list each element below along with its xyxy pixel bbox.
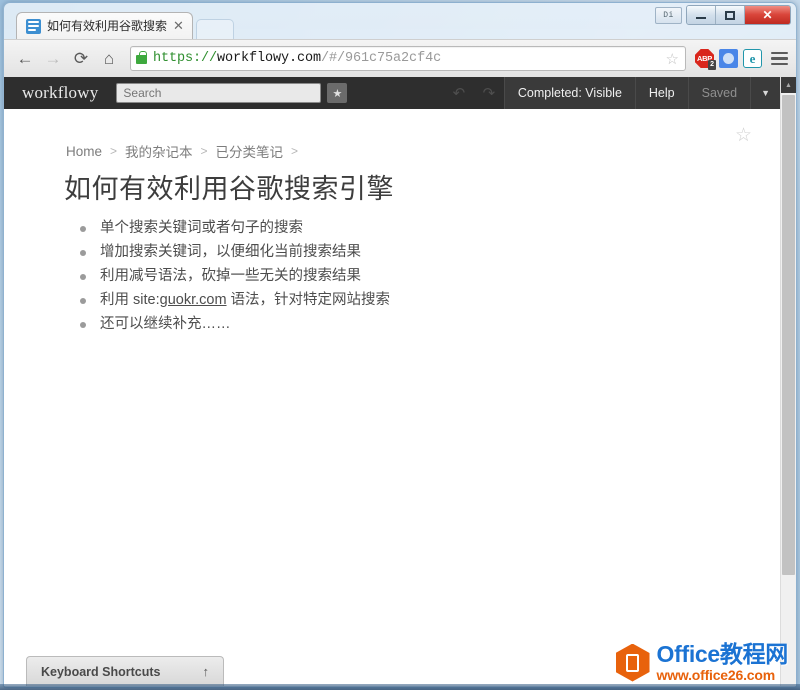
breadcrumb-item-category[interactable]: 已分类笔记 [216,141,284,161]
save-status: Saved [688,77,750,109]
page-column: workflowy ★ ↶ ↷ Completed: Visible Help … [4,77,780,686]
browser-title-bar: 如何有效利用谷歌搜索引擎 ✕ Di ✕ [4,3,796,39]
window-extra-button[interactable]: Di [655,7,682,24]
hamburger-menu-icon[interactable] [771,52,788,66]
arrow-up-icon: ↑ [203,664,210,679]
url-text: https://workflowy.com/#/961c75a2cf4c [153,51,441,66]
search-input[interactable] [116,83,321,103]
watermark-url: www.office26.com [657,668,788,682]
breadcrumb-item-home[interactable]: Home [66,144,102,159]
close-tab-icon[interactable]: ✕ [173,20,184,32]
browser-window: 如何有效利用谷歌搜索引擎 ✕ Di ✕ ← → ⟳ ⌂ [3,2,797,688]
bookmark-star-icon[interactable]: ☆ [660,50,679,68]
page-star-icon[interactable]: ☆ [735,124,752,147]
breadcrumb-item-notebook[interactable]: 我的杂记本 [125,141,193,161]
address-bar[interactable]: https://workflowy.com/#/961c75a2cf4c ☆ [130,46,686,71]
search-star-button[interactable]: ★ [327,83,347,103]
minimize-button[interactable] [687,6,716,24]
evernote-extension-icon[interactable]: e [743,49,762,68]
adblock-plus-badge: 2 [708,60,716,70]
help-button[interactable]: Help [635,77,688,109]
browser-tab-active[interactable]: 如何有效利用谷歌搜索引擎 ✕ [16,12,193,39]
list-item-suffix: 语法，针对特定网站搜索 [227,292,391,308]
maximize-button[interactable] [716,6,745,24]
workflowy-toolbar-right: ↶ ↷ Completed: Visible Help Saved ▼ [444,77,780,109]
tab-strip: 如何有效利用谷歌搜索引擎 ✕ [16,12,234,39]
window-controls: Di ✕ [655,5,791,25]
bullet-list: 单个搜索关键词或者句子的搜索 增加搜索关键词，以便细化当前搜索结果 利用减号语法… [76,217,390,337]
office-logo-icon [616,644,650,682]
page-scrollbar[interactable]: ▲ [780,77,796,686]
keyboard-shortcuts-button[interactable]: Keyboard Shortcuts ↑ [26,656,224,686]
chevron-down-icon[interactable]: ▼ [750,77,780,109]
extensions-area: ABP 2 e [695,49,788,68]
list-item[interactable]: 利用减号语法，砍掉一些无关的搜索结果 [76,265,390,288]
workflowy-logo[interactable]: workflowy [4,83,116,103]
lock-icon [136,55,147,64]
taskbar [0,684,800,690]
new-tab-button[interactable] [196,19,234,39]
keyboard-shortcuts-label: Keyboard Shortcuts [41,665,160,679]
breadcrumb-separator: > [110,144,117,158]
list-item[interactable]: 增加搜索关键词，以便细化当前搜索结果 [76,241,390,264]
tab-title: 如何有效利用谷歌搜索引擎 [47,19,167,34]
list-item[interactable]: 还可以继续补充…… [76,313,390,336]
back-icon[interactable]: ← [12,46,38,72]
browser-navigation-bar: ← → ⟳ ⌂ https://workflowy.com/#/961c75a2… [4,39,796,77]
note-content-area: ☆ Home > 我的杂记本 > 已分类笔记 > 如何有效利用谷歌搜索引擎 单个… [4,109,780,686]
url-scheme: https:// [153,51,217,66]
page-viewport: workflowy ★ ↶ ↷ Completed: Visible Help … [4,77,796,686]
list-item-prefix: 利用 site: [100,292,160,308]
forward-icon[interactable]: → [40,46,66,72]
home-icon[interactable]: ⌂ [96,46,122,72]
redo-icon[interactable]: ↷ [474,77,504,109]
workflowy-app-bar: workflowy ★ ↶ ↷ Completed: Visible Help … [4,77,780,109]
reload-icon[interactable]: ⟳ [68,46,94,72]
guokr-link[interactable]: guokr.com [160,292,227,308]
breadcrumb: Home > 我的杂记本 > 已分类笔记 > [66,141,298,161]
page-title[interactable]: 如何有效利用谷歌搜索引擎 [64,167,394,206]
watermark: Office教程网 www.office26.com [616,643,788,682]
adblock-plus-icon[interactable]: ABP 2 [695,49,714,68]
breadcrumb-separator: > [291,144,298,158]
url-host: workflowy.com [217,51,321,66]
list-item[interactable]: 利用 site:guokr.com 语法，针对特定网站搜索 [76,289,390,312]
list-item[interactable]: 单个搜索关键词或者句子的搜索 [76,217,390,240]
watermark-text: Office教程网 www.office26.com [657,643,788,682]
undo-icon[interactable]: ↶ [444,77,474,109]
close-window-button[interactable]: ✕ [745,6,790,24]
completed-visibility-button[interactable]: Completed: Visible [504,77,635,109]
blue-circle-extension-icon[interactable] [719,49,738,68]
document-list-icon [26,19,41,34]
scrollbar-thumb[interactable] [782,95,795,575]
scroll-up-arrow-icon[interactable]: ▲ [781,77,796,93]
desktop-background: 如何有效利用谷歌搜索引擎 ✕ Di ✕ ← → ⟳ ⌂ [0,0,800,690]
watermark-title: Office教程网 [657,643,788,666]
url-path: /#/961c75a2cf4c [321,51,441,66]
breadcrumb-separator: > [201,144,208,158]
